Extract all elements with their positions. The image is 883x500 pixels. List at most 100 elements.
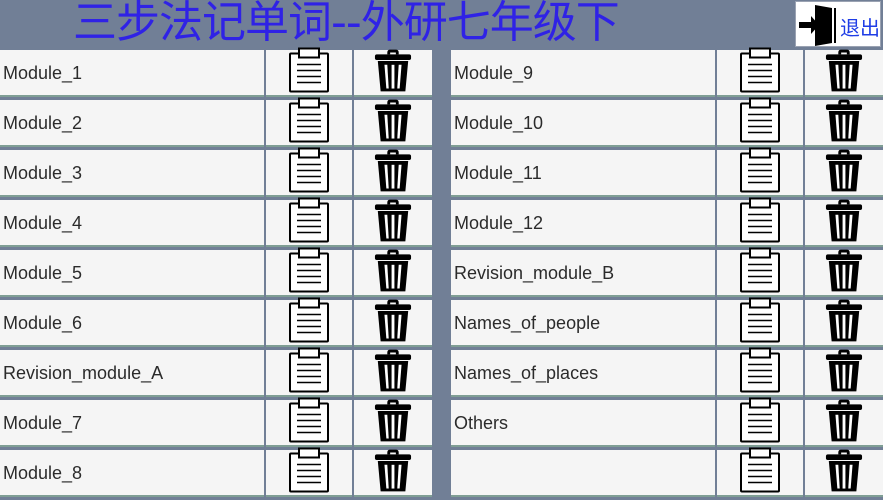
clipboard-icon bbox=[288, 97, 330, 148]
clipboard-icon bbox=[739, 247, 781, 298]
view-list-button[interactable] bbox=[717, 97, 803, 147]
view-list-button[interactable] bbox=[266, 247, 352, 297]
delete-button[interactable] bbox=[354, 399, 432, 447]
view-list-button[interactable] bbox=[266, 47, 352, 98]
view-list-button[interactable] bbox=[266, 297, 352, 348]
delete-button[interactable] bbox=[354, 347, 432, 398]
delete-button[interactable] bbox=[354, 247, 432, 298]
module-name-cell[interactable]: Revision_module_B bbox=[451, 250, 715, 297]
module-name-label: Module_8 bbox=[3, 463, 83, 483]
view-list-button[interactable] bbox=[717, 447, 803, 498]
exit-button[interactable]: 退出 bbox=[795, 1, 881, 47]
module-name-cell[interactable]: Module_7 bbox=[0, 400, 264, 447]
delete-button[interactable] bbox=[354, 149, 432, 197]
trash-icon bbox=[374, 347, 412, 398]
view-list-button[interactable] bbox=[266, 447, 352, 498]
delete-button[interactable] bbox=[354, 47, 432, 98]
module-name-cell[interactable]: Module_9 bbox=[451, 50, 715, 97]
clipboard-icon bbox=[739, 197, 781, 248]
clipboard-icon bbox=[288, 147, 330, 198]
module-name-cell[interactable]: Revision_module_A bbox=[0, 350, 264, 397]
clipboard-icon bbox=[288, 297, 330, 348]
list-item: Revision_module_B bbox=[451, 247, 883, 300]
view-list-button[interactable] bbox=[717, 347, 803, 398]
clipboard-icon bbox=[288, 397, 330, 448]
delete-button[interactable] bbox=[805, 97, 883, 148]
list-item: Module_11 bbox=[451, 147, 883, 200]
delete-button[interactable] bbox=[805, 399, 883, 447]
delete-button[interactable] bbox=[805, 247, 883, 298]
trash-icon bbox=[825, 47, 863, 98]
view-list-button[interactable] bbox=[717, 397, 803, 447]
trash-icon bbox=[825, 347, 863, 398]
module-name-label: Module_1 bbox=[3, 63, 83, 83]
module-name-cell[interactable] bbox=[451, 450, 715, 497]
delete-button[interactable] bbox=[805, 297, 883, 348]
delete-button[interactable] bbox=[354, 199, 432, 247]
module-name-cell[interactable]: Module_5 bbox=[0, 250, 264, 297]
clipboard-icon bbox=[288, 447, 330, 498]
trash-icon bbox=[825, 247, 863, 298]
view-list-button[interactable] bbox=[266, 97, 352, 148]
module-name-cell[interactable]: Module_2 bbox=[0, 100, 264, 147]
module-name-cell[interactable]: Module_6 bbox=[0, 300, 264, 347]
delete-button[interactable] bbox=[354, 447, 432, 498]
trash-icon bbox=[374, 297, 412, 348]
delete-button[interactable] bbox=[805, 147, 883, 198]
delete-button[interactable] bbox=[805, 197, 883, 248]
view-list-button[interactable] bbox=[717, 47, 803, 98]
view-list-button[interactable] bbox=[266, 397, 352, 448]
module-name-cell[interactable]: Module_1 bbox=[0, 50, 264, 97]
module-name-label: Module_7 bbox=[3, 413, 83, 433]
view-list-button[interactable] bbox=[717, 247, 803, 298]
clipboard-icon bbox=[288, 47, 330, 98]
module-name-cell[interactable]: Names_of_people bbox=[451, 300, 715, 347]
module-name-label: Module_4 bbox=[3, 213, 83, 233]
delete-button[interactable] bbox=[354, 99, 432, 147]
trash-icon bbox=[374, 247, 412, 298]
list-item: Module_9 bbox=[451, 47, 883, 100]
exit-label: 退出 bbox=[840, 16, 880, 40]
module-name-cell[interactable]: Module_3 bbox=[0, 150, 264, 197]
list-item: Module_10 bbox=[451, 97, 883, 150]
module-name-label: Names_of_people bbox=[454, 313, 601, 333]
delete-button[interactable] bbox=[805, 449, 883, 497]
list-item: Module_5 bbox=[0, 247, 432, 300]
module-name-cell[interactable]: Names_of_places bbox=[451, 350, 715, 397]
list-item: Module_3 bbox=[0, 147, 432, 200]
view-list-button[interactable] bbox=[717, 147, 803, 198]
module-name-label: Others bbox=[454, 413, 509, 433]
trash-icon bbox=[825, 297, 863, 348]
trash-icon bbox=[374, 47, 412, 98]
view-list-button[interactable] bbox=[266, 197, 352, 247]
list-item: Module_4 bbox=[0, 197, 432, 250]
module-name-cell[interactable]: Module_12 bbox=[451, 200, 715, 247]
clipboard-icon bbox=[739, 347, 781, 398]
module-name-cell[interactable]: Module_10 bbox=[451, 100, 715, 147]
list-item: Others bbox=[451, 397, 883, 450]
clipboard-icon bbox=[739, 47, 781, 98]
module-name-label: Module_2 bbox=[3, 113, 83, 133]
delete-button[interactable] bbox=[354, 297, 432, 348]
view-list-button[interactable] bbox=[266, 347, 352, 397]
delete-button[interactable] bbox=[805, 347, 883, 398]
clipboard-icon bbox=[739, 447, 781, 498]
view-list-button[interactable] bbox=[266, 147, 352, 198]
delete-button[interactable] bbox=[805, 47, 883, 98]
module-name-cell[interactable]: Module_4 bbox=[0, 200, 264, 247]
module-name-cell[interactable]: Module_8 bbox=[0, 450, 264, 497]
trash-icon bbox=[825, 147, 863, 198]
view-list-button[interactable] bbox=[717, 297, 803, 347]
module-name-cell[interactable]: Module_11 bbox=[451, 150, 715, 197]
list-item: Revision_module_A bbox=[0, 347, 432, 400]
list-item: Module_12 bbox=[451, 197, 883, 250]
module-name-label: Module_10 bbox=[454, 113, 544, 133]
trash-icon bbox=[825, 197, 863, 248]
module-name-label: Module_12 bbox=[454, 213, 544, 233]
view-list-button[interactable] bbox=[717, 197, 803, 248]
trash-icon bbox=[374, 447, 412, 498]
clipboard-icon bbox=[739, 147, 781, 198]
trash-icon bbox=[825, 97, 863, 148]
list-item: Module_8 bbox=[0, 447, 432, 500]
module-name-cell[interactable]: Others bbox=[451, 400, 715, 447]
